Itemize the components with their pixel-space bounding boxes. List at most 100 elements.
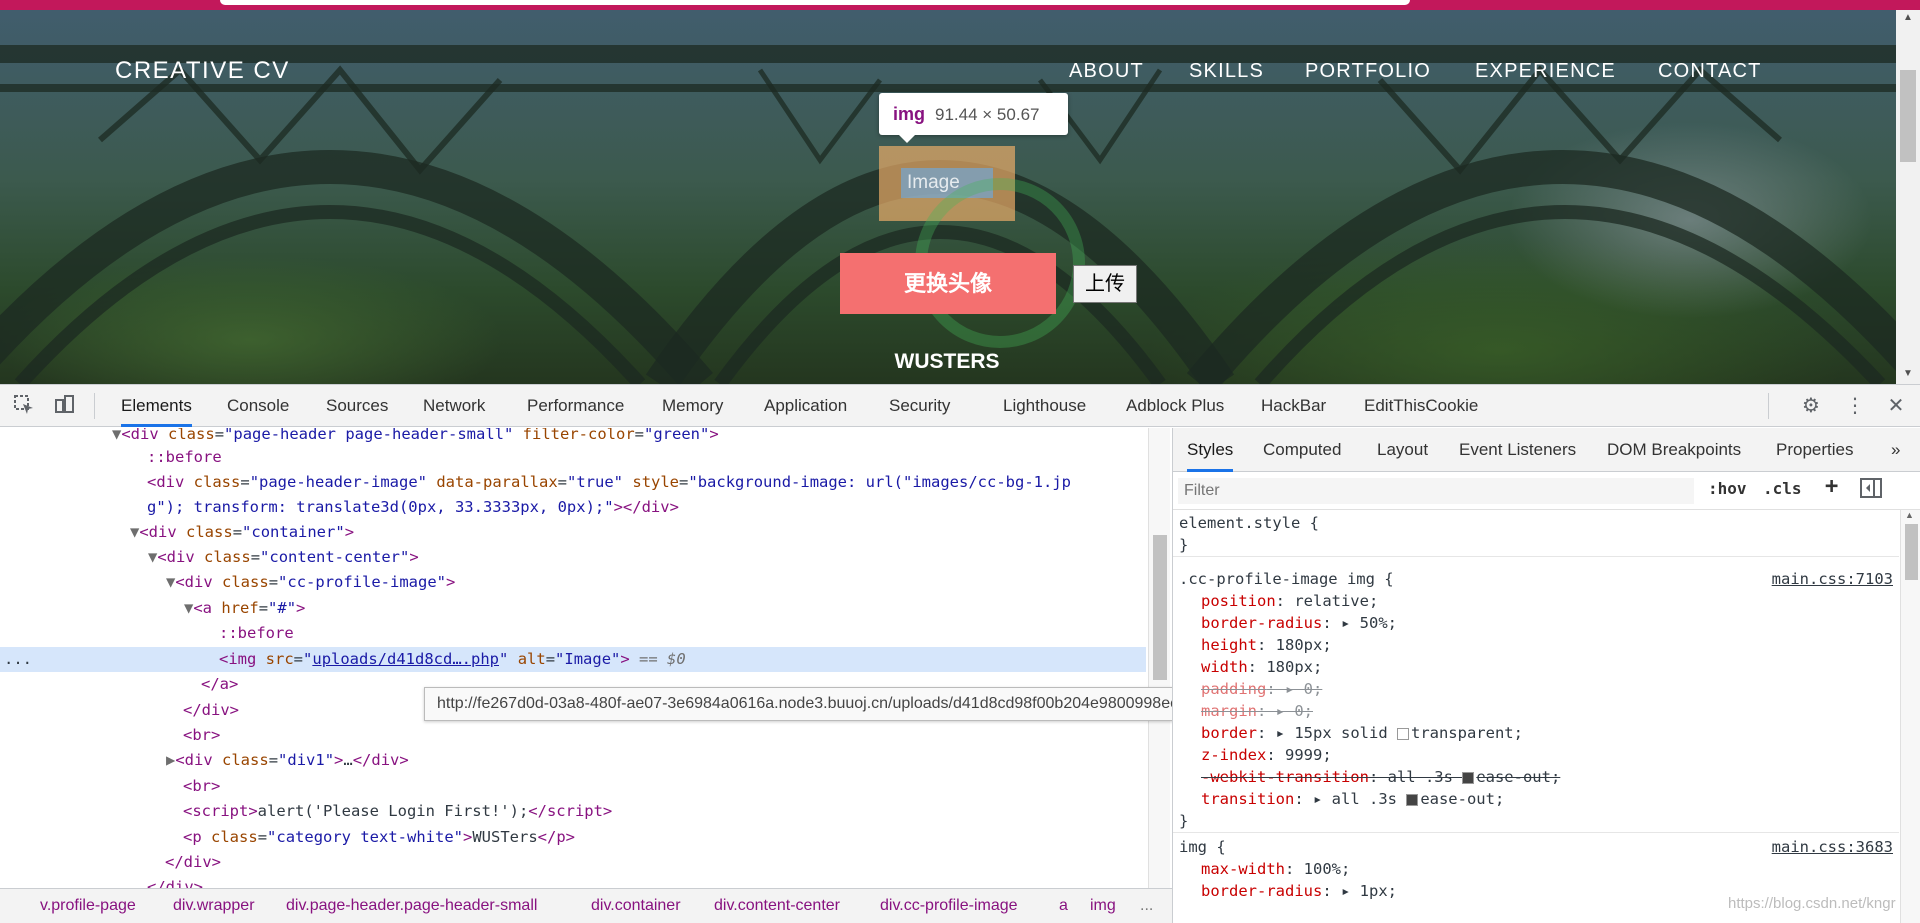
tab-performance[interactable]: Performance [527,385,624,427]
tab-hackbar[interactable]: HackBar [1261,385,1326,427]
tabbar-separator [94,393,95,419]
style-property[interactable]: transition: ▸ all .3s ease-out; [1179,788,1899,810]
breadcrumb-item[interactable]: div.cc-profile-image [880,889,1018,923]
devtools-panel: Elements Console Sources Network Perform… [0,384,1920,923]
tab-layout[interactable]: Layout [1377,428,1428,472]
breadcrumb: v.profile-page div.wrapper div.page-head… [0,888,1172,923]
page-scrollbar[interactable]: ▲ ▼ [1896,10,1920,384]
breadcrumb-item[interactable]: div.page-header.page-header-small [286,889,537,923]
dom-node[interactable]: ▼<div class="cc-profile-image"> [0,570,1150,595]
dom-ellipsis[interactable]: ... [4,647,34,672]
dom-node-selected[interactable]: <img src="uploads/d41d8cd….php" alt="Ima… [0,647,1146,672]
style-property[interactable]: max-width: 100%; [1179,858,1899,880]
rule-source-link[interactable]: main.css:3683 [1772,836,1893,858]
toggle-sidebar-icon[interactable] [1860,478,1882,502]
breadcrumb-item[interactable]: div.container [591,889,681,923]
style-property[interactable]: padding: ▸ 0; [1179,678,1899,700]
scroll-up-icon[interactable]: ▲ [1896,12,1920,23]
tab-console[interactable]: Console [227,385,289,427]
close-icon[interactable]: ✕ [1884,394,1908,418]
style-property[interactable]: border-radius: ▸ 50%; [1179,612,1899,634]
styles-scrollbar[interactable]: ▲ [1900,510,1920,923]
dom-node[interactable]: </div> [0,875,1150,888]
style-property[interactable]: margin: ▸ 0; [1179,700,1899,722]
dom-node[interactable]: <p class="category text-white">WUSTers</… [0,825,1150,850]
dom-node[interactable]: ▶<div class="div1">…</div> [0,748,1150,773]
username-text: WUSTERS [894,350,1000,373]
breadcrumb-item[interactable]: div.content-center [714,889,840,923]
rule-selector: .cc-profile-image img { [1179,570,1394,588]
breadcrumb-item[interactable]: img [1090,889,1116,923]
dom-node[interactable]: </div> [0,850,1150,875]
page-scroll-thumb[interactable] [1900,70,1916,162]
breadcrumb-item[interactable]: v.profile-page [40,889,136,923]
nav-about[interactable]: ABOUT [1069,60,1144,83]
tab-properties[interactable]: Properties [1776,428,1853,472]
styles-pane: Styles Computed Layout Event Listeners D… [1172,428,1920,923]
upload-button[interactable]: 上传 [1073,265,1137,303]
dom-node[interactable]: ▼<div class="container"> [0,520,1150,545]
tab-adblock-plus[interactable]: Adblock Plus [1126,385,1224,427]
nav-experience[interactable]: EXPERIENCE [1475,60,1616,83]
tab-computed[interactable]: Computed [1263,428,1341,472]
brand-logo[interactable]: CREATIVE CV [115,57,290,85]
selected-marker: == $0 [639,650,686,668]
tab-network[interactable]: Network [423,385,485,427]
tab-dom-breakpoints[interactable]: DOM Breakpoints [1607,428,1741,472]
dom-node[interactable]: <br> [0,774,1150,799]
dom-node[interactable]: <script>alert('Please Login First!');</s… [0,799,1150,824]
inspect-element-icon[interactable] [12,394,36,418]
tab-editthiscookie[interactable]: EditThisCookie [1364,385,1478,427]
dom-node[interactable]: ▼<a href="#"> [0,596,1150,621]
rule-source-link[interactable]: main.css:7103 [1772,568,1893,590]
nav-portfolio[interactable]: PORTFOLIO [1305,60,1431,83]
elements-scrollbar[interactable] [1148,428,1170,888]
style-property[interactable]: width: 180px; [1179,656,1899,678]
breadcrumb-item[interactable]: a [1059,889,1068,923]
tooltip-tag: img [893,104,926,124]
style-property[interactable]: -webkit-transition: all .3s ease-out; [1179,766,1899,788]
rule-close: } [1179,536,1189,554]
style-property[interactable]: border: ▸ 15px solid transparent; [1179,722,1899,744]
browser-top-strip [0,0,1920,10]
cls-button[interactable]: .cls [1763,479,1802,498]
tab-lighthouse[interactable]: Lighthouse [1003,385,1086,427]
elements-tree: ▼<div class="page-header page-header-sma… [0,428,1172,888]
breadcrumb-item[interactable]: div.wrapper [173,889,255,923]
tab-sources[interactable]: Sources [326,385,388,427]
style-property[interactable]: z-index: 9999; [1179,744,1899,766]
change-avatar-button[interactable]: 更换头像 [840,253,1056,314]
watermark: https://blog.csdn.net/kngr [1728,895,1896,912]
dom-node[interactable]: ▼<div class="content-center"> [0,545,1150,570]
dom-node[interactable]: ::before [0,621,1150,646]
dom-node[interactable]: <div class="page-header-image" data-para… [0,470,1150,495]
styles-scroll-thumb[interactable] [1905,524,1918,580]
tab-security[interactable]: Security [889,385,950,427]
tab-memory[interactable]: Memory [662,385,723,427]
more-options-icon[interactable]: ⋮ [1843,394,1867,418]
scroll-up-icon[interactable]: ▲ [1905,510,1914,520]
tab-elements[interactable]: Elements [121,385,192,427]
tab-event-listeners[interactable]: Event Listeners [1459,428,1576,472]
style-property[interactable]: position: relative; [1179,590,1899,612]
new-rule-button[interactable]: + [1825,474,1838,499]
scroll-down-icon[interactable]: ▼ [1896,368,1920,379]
element-style-rule: element.style { } [1173,512,1899,557]
more-tabs-icon[interactable]: » [1891,428,1900,472]
nav-contact[interactable]: CONTACT [1658,60,1762,83]
dom-node[interactable]: g"); transform: translate3d(0px, 33.3333… [0,495,1150,520]
elements-scroll-thumb[interactable] [1153,535,1167,680]
breadcrumb-more[interactable]: ... [1140,889,1153,923]
styles-filter-input[interactable] [1178,478,1694,504]
rule-close: } [1179,812,1189,830]
tab-styles[interactable]: Styles [1187,428,1234,472]
hov-button[interactable]: :hov [1708,479,1747,498]
tabbar-separator [1768,393,1769,419]
nav-skills[interactable]: SKILLS [1189,60,1264,83]
device-toolbar-icon[interactable] [52,394,76,418]
tab-application[interactable]: Application [764,385,847,427]
gear-icon[interactable]: ⚙ [1799,394,1823,418]
dom-node[interactable]: <br> [0,723,1150,748]
style-property[interactable]: height: 180px; [1179,634,1899,656]
dom-node[interactable]: ::before [0,445,1150,470]
